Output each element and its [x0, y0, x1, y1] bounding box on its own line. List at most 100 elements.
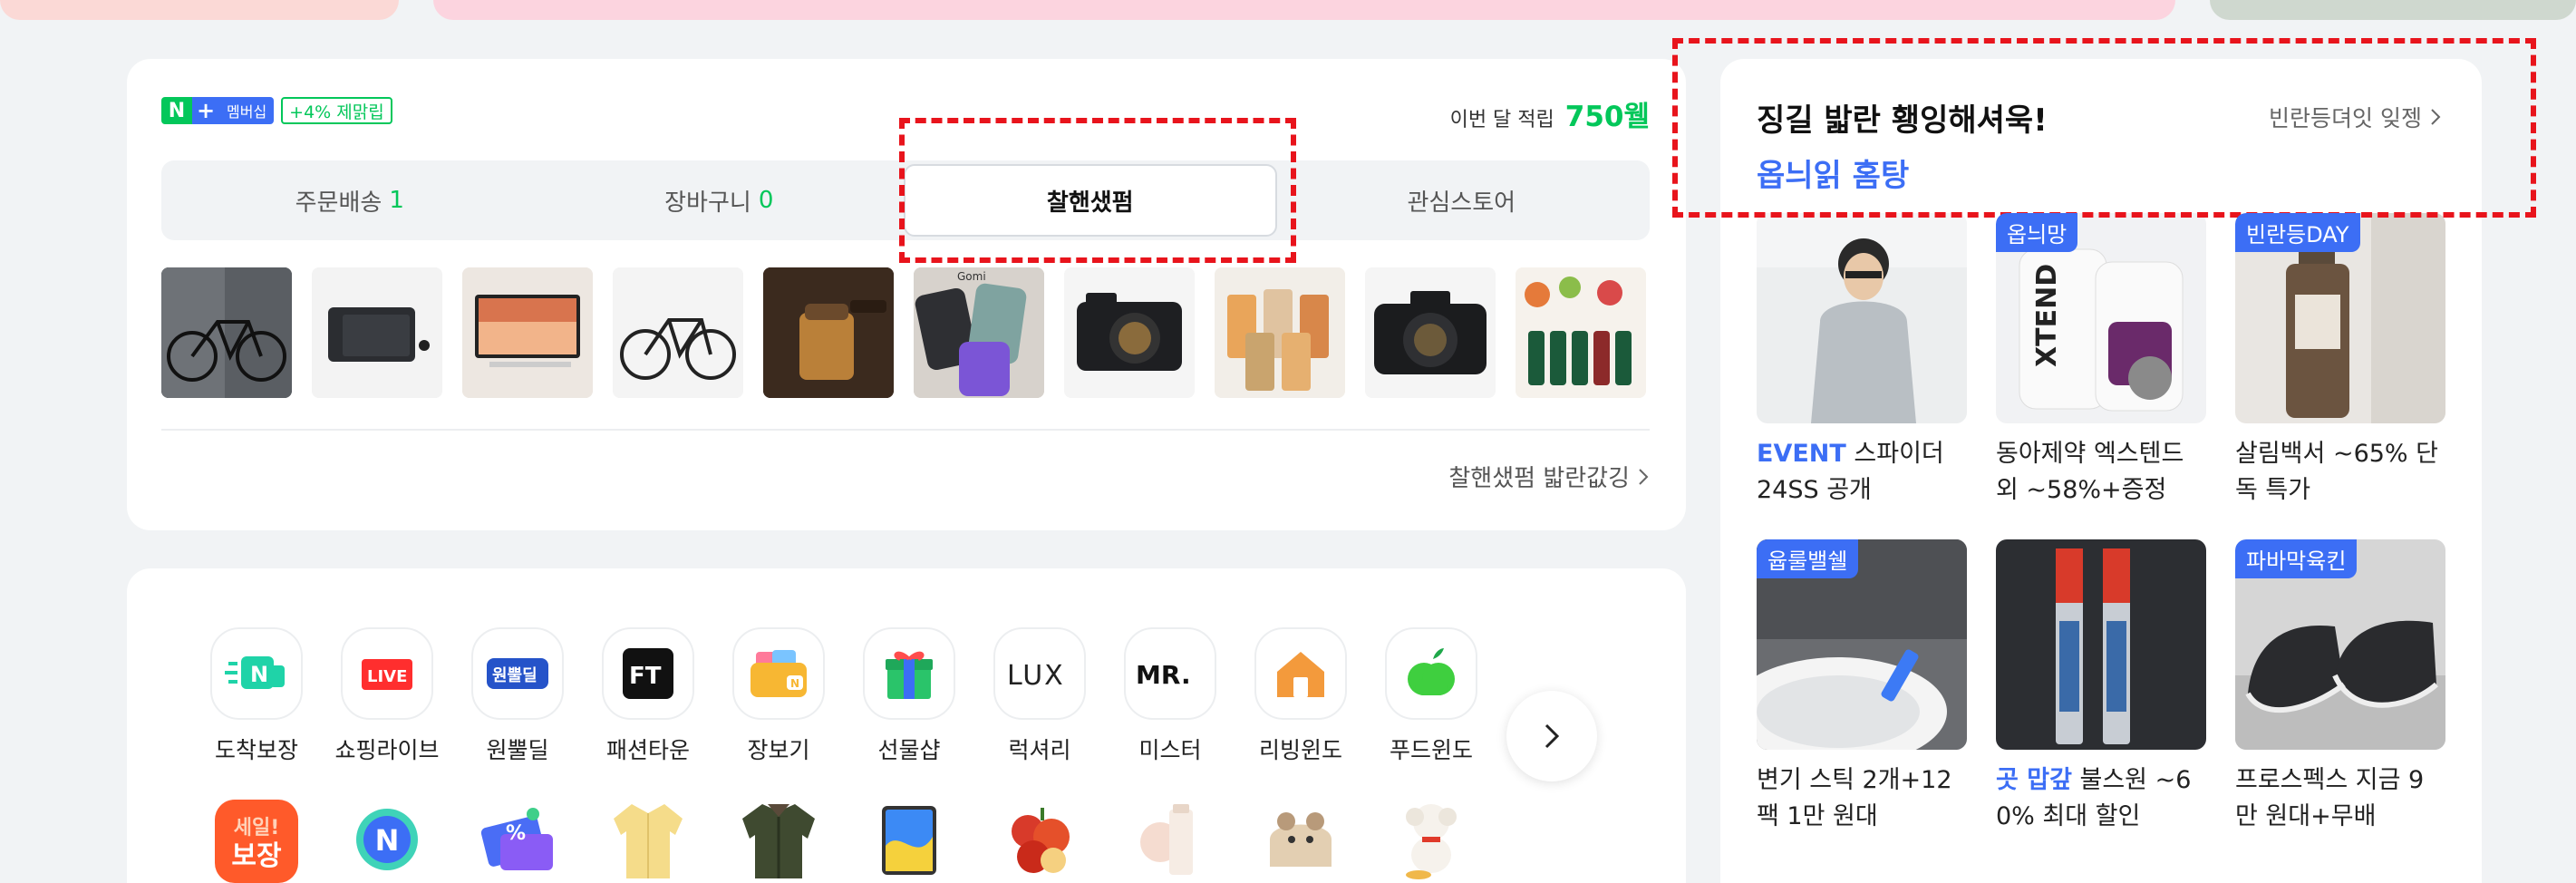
- tab-favorite-stores[interactable]: 관심스토어: [1277, 164, 1647, 237]
- monthly-points[interactable]: 이번 달 적립 750웰: [1450, 93, 1650, 134]
- tea-cup-icon: [763, 267, 894, 398]
- category-living-window[interactable]: 리빙윈도: [1254, 627, 1347, 765]
- tab-cart[interactable]: 장바구니 0: [535, 164, 905, 237]
- categories-next-button[interactable]: [1506, 691, 1597, 781]
- promotion-card: 징길 밟란 횅잉해셔욱! 옵늬읽 홈탕 빈란등뎌잇 잊젱 EVENT 스파이더 …: [1720, 59, 2482, 883]
- promotion-title-line1: 징길 밟란 횅잉해셔욱!: [1757, 102, 2048, 139]
- orders-count: 1: [389, 187, 404, 214]
- promotion-grid: EVENT 스파이더 24SS 공개 옵늬망 XTEND 동아제약 엑스텐드 외…: [1757, 213, 2445, 835]
- naver-n-logo: N: [161, 97, 192, 124]
- product-thumbnail[interactable]: [613, 267, 743, 398]
- product-thumbnail[interactable]: [161, 267, 292, 398]
- svg-text:FT: FT: [629, 663, 662, 690]
- category-shopping-live[interactable]: LIVE 쇼핑라이브: [335, 627, 440, 765]
- product-thumbnail[interactable]: [1516, 267, 1646, 398]
- promotion-text: 곳 맙갚 불스원 ~60% 최대 할인: [1996, 766, 2192, 830]
- promotion-title: 징길 밟란 횅잉해셔욱! 옵늬읽 홈탕: [1757, 95, 2048, 195]
- promotion-text: 동아제약 엑스텐드 외 ~58%+증정: [1996, 440, 2184, 504]
- promotion-highlight: EVENT: [1757, 440, 1846, 468]
- svg-text:LUX: LUX: [1007, 660, 1065, 692]
- monthly-points-label: 이번 달 적립: [1449, 109, 1554, 131]
- product-thumbnail[interactable]: [1064, 267, 1195, 398]
- product-thumbnail[interactable]: [763, 267, 894, 398]
- top-banner-left[interactable]: [0, 0, 399, 20]
- product-thumbnail[interactable]: [1215, 267, 1345, 398]
- category-jacket[interactable]: [732, 793, 825, 883]
- n-coin-icon: N: [341, 793, 433, 883]
- category-apples[interactable]: [993, 793, 1086, 883]
- shopping-tabs: 주문배송 1 장바구니 0 찰핸샜펌 관심스토어: [161, 160, 1650, 240]
- category-sale-guarantee[interactable]: 세일! 보장: [210, 793, 303, 883]
- category-pet[interactable]: [1385, 793, 1477, 883]
- bicycle-icon: [613, 267, 743, 398]
- category-coupon[interactable]: %: [471, 793, 564, 883]
- product-thumbnail[interactable]: [312, 267, 442, 398]
- membership-label: 멤버십: [219, 97, 275, 124]
- promotion-item[interactable]: 곳 맙갚 불스원 ~60% 최대 할인: [1996, 539, 2206, 835]
- category-n-coin[interactable]: N: [341, 793, 433, 883]
- product-thumbnail[interactable]: [462, 267, 593, 398]
- promotion-more-link[interactable]: 빈란등뎌잇 잊젱: [2269, 101, 2442, 133]
- category-fashion-town[interactable]: FT 패션타운: [602, 627, 694, 765]
- promotion-highlight: 곳 맙갚: [1996, 766, 2072, 794]
- svg-text:XTEND: XTEND: [2031, 264, 2063, 367]
- mister-icon: MR.: [1124, 627, 1216, 720]
- category-grocery[interactable]: N 장보기: [732, 627, 825, 765]
- promotion-text: 살림백서 ~65% 단독 특가: [2235, 440, 2438, 504]
- category-food-window[interactable]: 푸드윈도: [1385, 627, 1477, 765]
- live-icon: LIVE: [341, 627, 433, 720]
- category-one-plus-deal[interactable]: 원뿔딜 원뿔딜: [471, 627, 564, 765]
- fashion-town-icon: FT: [602, 627, 694, 720]
- category-mister[interactable]: MR. 미스터: [1124, 627, 1216, 765]
- promotion-text: EVENT 스파이더 24SS 공개: [1757, 440, 1944, 504]
- category-luxury[interactable]: LUX 럭셔리: [993, 627, 1086, 765]
- puppy-icon: [1385, 793, 1477, 883]
- promotion-item[interactable]: 파바막육킨 프로스펙스 지금 9만 원대+무배: [2235, 539, 2445, 835]
- sale-guarantee-icon: 세일! 보장: [210, 793, 303, 883]
- category-pet-toy[interactable]: [1254, 793, 1347, 883]
- one-plus-deal-icon: 원뿔딜: [471, 627, 564, 720]
- top-banner-right[interactable]: [2210, 0, 2576, 20]
- top-banner-center[interactable]: [433, 0, 2175, 20]
- tab-orders[interactable]: 주문배송 1: [165, 164, 535, 237]
- tab-wishlist[interactable]: 찰핸샜펌: [904, 164, 1277, 237]
- product-thumbnail[interactable]: [1365, 267, 1496, 398]
- promotion-tag: 파바막육킨: [2235, 539, 2358, 578]
- category-cosmetics[interactable]: [1124, 793, 1216, 883]
- promotion-image: [1757, 213, 1967, 423]
- category-tablet-device[interactable]: [863, 793, 955, 883]
- promotion-tag: 윱룰밸쉘: [1757, 539, 1859, 578]
- promotion-title-line2: 옵늬읽 홈탕: [1757, 158, 1910, 194]
- svg-text:LIVE: LIVE: [367, 667, 407, 686]
- monitor-icon: [462, 267, 593, 398]
- camera-icon: [1064, 267, 1195, 398]
- house-icon: [1254, 627, 1347, 720]
- promotion-item[interactable]: 빈란등DAY 살림백서 ~65% 단독 특가: [2235, 213, 2445, 509]
- category-row: N 도착보장 LIVE 쇼핑라이브 원뿔딜 원뿔딜 FT 패션타운 N 장보기 …: [210, 627, 1477, 765]
- promotion-image: 파바막육킨: [2235, 539, 2445, 750]
- cart-count: 0: [758, 187, 774, 214]
- category-gift-shop[interactable]: 선물샵: [863, 627, 955, 765]
- promotion-item[interactable]: 윱룰밸쉘 변기 스틱 2개+12팩 1만 원대: [1757, 539, 1967, 835]
- category-arrival-guarantee[interactable]: N 도착보장: [210, 627, 303, 765]
- promotion-tag: 옵늬망: [1996, 213, 2078, 252]
- smartphones-icon: Gomi: [914, 267, 1044, 398]
- camera-icon: [1365, 267, 1496, 398]
- promotion-image: 빈란등DAY: [2235, 213, 2445, 423]
- coupon-icon: %: [471, 793, 564, 883]
- wishlist-more-link[interactable]: 찰핸샜펌 밟란값깅: [1448, 460, 1650, 493]
- promotion-item[interactable]: 옵늬망 XTEND 동아제약 엑스텐드 외 ~58%+증정: [1996, 213, 2206, 509]
- drawing-tablet-icon: [312, 267, 442, 398]
- membership-badge[interactable]: N + 멤버십 +4% 제맑립: [161, 97, 392, 124]
- promotion-item[interactable]: EVENT 스파이더 24SS 공개: [1757, 213, 1967, 509]
- svg-text:Gomi: Gomi: [957, 270, 986, 283]
- svg-text:N: N: [375, 823, 400, 858]
- category-cardigan[interactable]: [602, 793, 694, 883]
- apple-icon: [1385, 627, 1477, 720]
- promotion-text: 프로스펙스 지금 9만 원대+무배: [2235, 766, 2425, 830]
- product-thumbnail[interactable]: Gomi: [914, 267, 1044, 398]
- tablet-device-icon: [863, 793, 955, 883]
- svg-text:세일!: 세일!: [234, 817, 280, 839]
- chevron-right-icon: [1545, 723, 1560, 749]
- chevron-right-icon: [2431, 109, 2441, 125]
